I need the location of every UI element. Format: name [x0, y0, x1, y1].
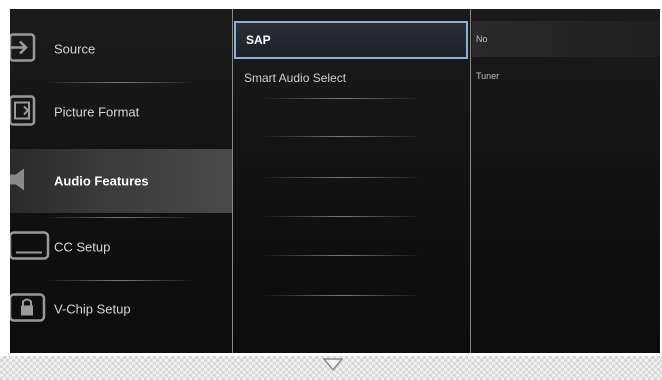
- divider: [262, 177, 422, 178]
- category-label: V-Chip Setup: [54, 301, 131, 317]
- divider: [262, 98, 422, 99]
- category-item-v-chip-setup[interactable]: V-Chip Setup: [10, 284, 232, 334]
- tv-menu-screen: Source Picture Format Audio Features CC …: [0, 0, 662, 380]
- divider: [262, 136, 422, 137]
- value-label: No: [476, 34, 488, 44]
- values-list: No Tuner: [472, 9, 660, 353]
- option-smart-audio-select[interactable]: Smart Audio Select: [234, 63, 468, 93]
- settings-menu: Source Picture Format Audio Features CC …: [10, 9, 660, 353]
- scroll-down-icon[interactable]: [322, 358, 344, 377]
- category-label: Picture Format: [54, 104, 140, 120]
- category-item-picture-format[interactable]: Picture Format: [10, 87, 232, 137]
- column-divider: [470, 9, 471, 353]
- divider: [45, 217, 195, 218]
- divider: [262, 295, 422, 296]
- category-label: Source: [54, 41, 96, 57]
- lock-icon: [10, 291, 52, 328]
- value-no[interactable]: No: [472, 21, 660, 57]
- value-tuner[interactable]: Tuner: [472, 61, 660, 91]
- closed-caption-icon: [10, 229, 52, 266]
- input-source-icon: [10, 31, 42, 68]
- option-label: SAP: [246, 33, 271, 47]
- picture-format-icon: [10, 94, 42, 131]
- audio-options-list: SAP Smart Audio Select: [234, 9, 470, 353]
- category-item-source[interactable]: Source: [10, 24, 232, 74]
- divider: [262, 255, 422, 256]
- divider: [45, 82, 195, 83]
- value-label: Tuner: [476, 71, 500, 81]
- category-item-cc-setup[interactable]: CC Setup: [10, 222, 232, 272]
- option-sap[interactable]: SAP: [234, 21, 468, 59]
- column-divider: [232, 9, 233, 353]
- divider: [45, 280, 195, 281]
- option-label: Smart Audio Select: [244, 71, 347, 85]
- divider: [262, 216, 422, 217]
- category-list: Source Picture Format Audio Features CC …: [10, 9, 232, 353]
- category-label: Audio Features: [54, 173, 149, 189]
- category-label: CC Setup: [54, 239, 111, 255]
- speaker-icon: [10, 163, 42, 200]
- category-item-audio-features[interactable]: Audio Features: [10, 149, 232, 213]
